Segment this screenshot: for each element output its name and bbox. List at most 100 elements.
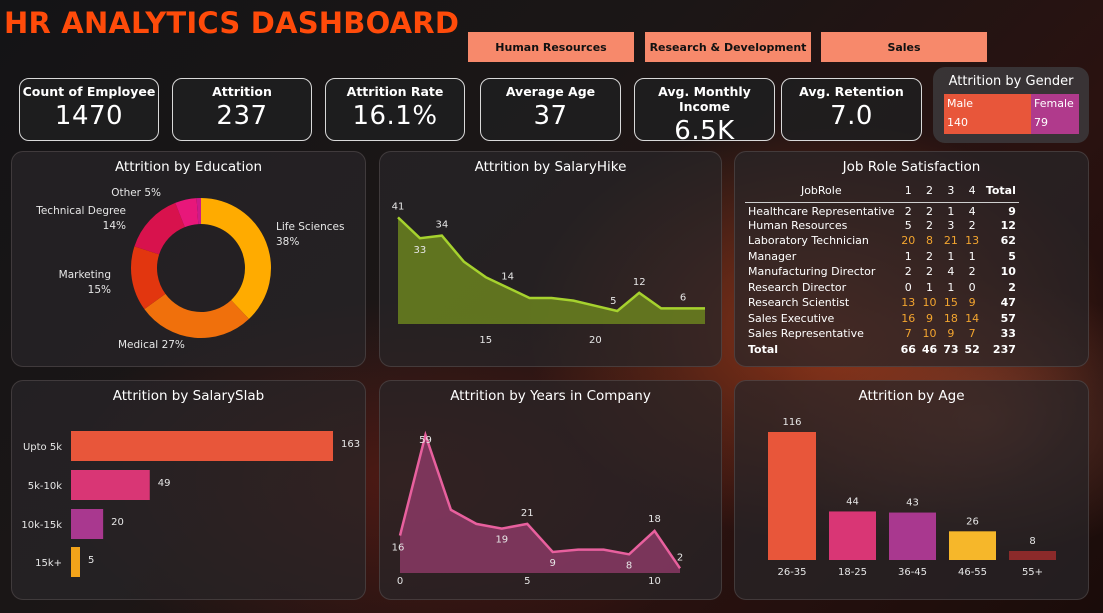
table-cell: 2 <box>918 201 941 218</box>
table-header[interactable]: JobRole <box>745 180 898 202</box>
data-label: 41 <box>392 201 405 212</box>
donut-label: 14% <box>103 220 126 232</box>
table-cell: 0 <box>904 280 912 294</box>
bar <box>829 511 876 560</box>
value-label: 163 <box>341 439 360 450</box>
table-header[interactable]: Total <box>983 180 1019 202</box>
x-tick-label: 5 <box>524 576 530 587</box>
bar <box>1009 551 1056 560</box>
gender-female-label: Female <box>1034 97 1074 110</box>
gender-male-value: 140 <box>947 116 968 129</box>
table-header[interactable]: 3 <box>940 180 961 202</box>
gender-female-cell[interactable]: Female 79 <box>1031 94 1079 134</box>
job-role-title: Job Role Satisfaction <box>842 159 981 175</box>
data-label: 5 <box>610 296 616 307</box>
kpi-label: Count of Employee <box>22 84 156 99</box>
data-label: 16 <box>392 543 405 554</box>
table-cell: 16 <box>901 311 916 325</box>
kpi-value: 6.5K <box>674 116 735 146</box>
table-cell: 3 <box>947 218 955 232</box>
value-label: 26 <box>966 516 979 527</box>
filter-human-resources-button[interactable]: Human Resources <box>468 32 634 62</box>
data-label: 19 <box>495 535 508 546</box>
kpi-value: 37 <box>533 101 568 131</box>
kpi-label: Attrition <box>212 84 272 99</box>
category-label: 55+ <box>1022 567 1043 578</box>
donut-slice <box>201 198 271 320</box>
table-cell: 0 <box>968 280 976 294</box>
job-role-name: Sales Executive <box>748 311 835 325</box>
table-cell: 7 <box>968 327 976 341</box>
salary-slab-bar-chart[interactable]: Upto 5k 163 5k-10k 49 10k-15k 20 15k+ 5 <box>12 381 367 601</box>
age-panel: Attrition by Age 116 26-35 44 18-25 43 36-45 2… <box>734 380 1089 600</box>
table-header[interactable]: 1 <box>898 180 919 202</box>
table-row: Sales Representative 7 10 9 7 33 <box>745 326 1019 342</box>
table-cell: 15 <box>943 296 958 310</box>
table-cell: 1 <box>968 249 976 263</box>
bar <box>949 531 996 560</box>
category-label: 10k-15k <box>21 520 62 531</box>
kpi-card-monthly-income: Avg. Monthly Income 6.5K <box>634 78 775 146</box>
table-cell: 5 <box>904 218 912 232</box>
table-cell: 62 <box>1000 234 1016 248</box>
kpi-value: 1470 <box>54 101 124 131</box>
table-header[interactable]: 2 <box>919 180 940 202</box>
table-cell: 9 <box>947 327 955 341</box>
donut-label: Life Sciences <box>276 221 344 233</box>
bar <box>71 509 104 539</box>
table-cell: 1 <box>904 249 912 263</box>
table-total-row: Total 66 46 73 52 237 <box>745 342 1019 358</box>
table-row: Manager 1 2 1 1 5 <box>745 249 1019 265</box>
data-label: 6 <box>680 292 686 303</box>
category-label: 26-35 <box>777 567 806 578</box>
salary-slab-panel: Attrition by SalarySlab Upto 5k 163 5k-10k… <box>11 380 366 600</box>
category-label: 46-55 <box>958 567 987 578</box>
table-cell: 7 <box>904 327 912 341</box>
table-cell: 2 <box>897 201 919 218</box>
years-in-company-area-chart[interactable]: 16 59 19 21 9 8 18 2 0 5 10 <box>380 381 723 601</box>
filter-sales-button[interactable]: Sales <box>821 32 987 62</box>
table-cell: 20 <box>901 234 916 248</box>
donut-slice <box>134 202 185 255</box>
table-cell: 14 <box>965 311 980 325</box>
salary-hike-panel: Attrition by SalaryHike 41 33 34 14 5 12 6 15 20 <box>379 151 722 367</box>
category-label: 36-45 <box>898 567 927 578</box>
table-cell: 5 <box>1008 249 1016 263</box>
area-fill <box>400 435 680 573</box>
x-tick-label: 10 <box>648 576 661 587</box>
bar <box>768 432 816 560</box>
age-bar-chart[interactable]: 116 26-35 44 18-25 43 36-45 26 46-55 8 55+ <box>735 381 1090 601</box>
table-cell: 57 <box>1000 311 1016 325</box>
data-label: 12 <box>633 277 646 288</box>
category-label: 15k+ <box>35 558 62 569</box>
table-row: Healthcare Representative 2 2 1 4 9 <box>745 201 1019 218</box>
education-panel: Attrition by Education Life Sciences 38% M… <box>11 151 366 367</box>
table-cell: 21 <box>943 234 958 248</box>
education-donut-chart[interactable]: Life Sciences 38% Medical 27% Marketing 15% T… <box>12 152 367 368</box>
table-cell: 47 <box>1000 296 1016 310</box>
salary-hike-area-chart[interactable]: 41 33 34 14 5 12 6 15 20 <box>380 152 723 368</box>
years-panel: Attrition by Years in Company 16 59 19 21 9 8… <box>379 380 722 600</box>
value-label: 8 <box>1029 536 1035 547</box>
data-label: 59 <box>419 435 432 446</box>
donut-label: 15% <box>88 284 111 296</box>
filter-research-development-button[interactable]: Research & Development <box>645 32 811 62</box>
table-cell: 33 <box>1000 327 1016 341</box>
table-header[interactable]: 4 <box>962 180 983 202</box>
gender-male-cell[interactable]: Male 140 <box>944 94 1031 134</box>
table-cell: 1 <box>947 280 955 294</box>
table-cell: 9 <box>982 201 1019 218</box>
table-total-cell: 46 <box>921 342 938 356</box>
table-cell: 10 <box>922 296 937 310</box>
table-row: Human Resources 5 2 3 2 12 <box>745 218 1019 234</box>
job-role-name: Human Resources <box>748 218 848 232</box>
kpi-label: Attrition Rate <box>346 84 444 99</box>
gender-male-label: Male <box>947 97 974 110</box>
donut-label: Medical 27% <box>118 339 185 351</box>
job-role-name: Manager <box>748 249 797 263</box>
donut-label: Other 5% <box>111 187 161 199</box>
table-cell: 4 <box>961 201 983 218</box>
kpi-card-attrition: Attrition 237 <box>172 78 312 141</box>
value-label: 20 <box>111 517 124 528</box>
table-total-cell: 66 <box>900 342 916 356</box>
